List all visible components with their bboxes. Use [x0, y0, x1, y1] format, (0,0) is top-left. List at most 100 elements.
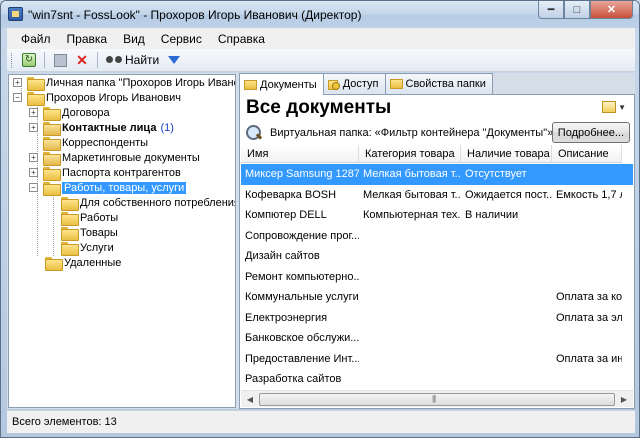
table-row[interactable]: Електроэнергия Оплата за эле	[241, 308, 633, 329]
collapse-icon[interactable]: −	[13, 93, 22, 102]
cell-availability	[461, 226, 552, 247]
cell-description	[552, 267, 622, 288]
tab-strip: Документы Доступ Свойства папки	[239, 73, 493, 95]
search-folder-icon	[246, 125, 264, 141]
cell-description	[552, 369, 622, 390]
cell-description: Оплата за ком	[556, 291, 622, 304]
tab-label: Документы	[260, 78, 317, 91]
tree-node-passports[interactable]: + Паспорта контрагентов	[29, 165, 181, 181]
menu-service[interactable]: Сервис	[153, 32, 210, 46]
toolbar: ↻ ✕ Найти	[7, 49, 635, 72]
cell-category: Мелкая бытовая т...	[363, 188, 461, 201]
minimize-button[interactable]: ━	[538, 1, 564, 19]
column-header-name[interactable]: Имя	[241, 145, 359, 163]
save-icon	[53, 53, 67, 67]
tab-folder-properties[interactable]: Свойства папки	[384, 73, 493, 94]
toolbar-grip[interactable]	[11, 52, 14, 68]
column-header-category[interactable]: Категория товара	[359, 145, 461, 163]
tree-label: Товары	[80, 226, 118, 239]
tree-node-works-goods[interactable]: − Работы, товары, услуги	[29, 180, 187, 196]
scroll-left-icon[interactable]: ◀	[242, 392, 258, 407]
table-row[interactable]: Предоставление Инт... Оплата за инт	[241, 349, 633, 370]
menu-view[interactable]: Вид	[115, 32, 153, 46]
refresh-button[interactable]: ↻	[19, 51, 39, 70]
documents-grid[interactable]: Имя Категория товара Наличие товара Опис…	[241, 145, 633, 407]
menu-edit[interactable]: Правка	[59, 32, 116, 46]
tree-node-personal[interactable]: + Личная папка "Прохоров Игорь Иванович"	[13, 75, 235, 91]
tree-node-contracts[interactable]: + Договора	[29, 105, 110, 121]
tree-node-user[interactable]: − Прохоров Игорь Иванович	[13, 90, 181, 106]
tree-label: Для собственного потребления	[80, 196, 236, 209]
details-button[interactable]: Подробнее...	[551, 122, 630, 143]
table-row[interactable]: Разработка сайтов	[241, 369, 633, 390]
cell-name: Миксер Samsung 1287E	[245, 168, 359, 181]
folder-properties-icon	[389, 79, 403, 89]
find-button[interactable]: Найти	[103, 51, 162, 70]
expand-icon[interactable]: +	[29, 123, 38, 132]
expand-icon[interactable]: +	[29, 108, 38, 117]
tab-documents[interactable]: Документы	[239, 73, 324, 95]
scroll-thumb[interactable]	[259, 393, 615, 406]
close-button[interactable]: ✕	[590, 1, 633, 19]
folder-icon	[27, 76, 45, 91]
tree-node-contacts[interactable]: + Контактные лица (1)	[29, 120, 174, 136]
horizontal-scrollbar[interactable]: ◀ ▶	[241, 390, 633, 407]
cell-category	[359, 349, 461, 370]
table-row[interactable]: Кофеварка BOSH Мелкая бытовая т... Ожидает…	[241, 185, 633, 206]
table-row[interactable]: Коммунальные услуги Оплата за ком	[241, 287, 633, 308]
documents-panel: Все документы ▼ Виртуальная папка: «Филь…	[239, 94, 635, 409]
collapse-icon[interactable]: −	[29, 183, 38, 192]
binoculars-icon	[106, 55, 122, 65]
tree-node-services[interactable]: Услуги	[61, 240, 114, 256]
key-icon	[327, 79, 340, 90]
table-row[interactable]: Миксер Samsung 1287E Мелкая бытовая т... О…	[241, 164, 633, 185]
tree-node-correspondents[interactable]: Корреспонденты	[29, 135, 149, 151]
column-header-availability[interactable]: Наличие товара	[461, 145, 552, 163]
view-options-button[interactable]: ▼	[602, 101, 626, 113]
delete-button[interactable]: ✕	[72, 51, 92, 70]
cell-description	[552, 328, 622, 349]
tab-access[interactable]: Доступ	[322, 73, 386, 94]
table-row[interactable]: Банковское обслужи...	[241, 328, 633, 349]
menu-file[interactable]: Файл	[13, 32, 59, 46]
title-bar[interactable]: "win7snt - FossLook" - Прохоров Игорь Ив…	[1, 1, 639, 28]
folder-icon	[61, 226, 79, 241]
cell-description	[552, 246, 622, 267]
expand-icon[interactable]: +	[13, 78, 22, 87]
filter-button[interactable]	[164, 51, 184, 70]
table-row[interactable]: Дизайн сайтов	[241, 246, 633, 267]
column-header-description[interactable]: Описание	[552, 145, 622, 163]
folder-icon	[61, 211, 79, 226]
app-icon	[8, 7, 23, 21]
tree-node-deleted[interactable]: Удаленные	[45, 255, 121, 271]
cell-availability: Ожидается пост...	[465, 188, 552, 201]
save-button[interactable]	[50, 51, 70, 70]
scroll-right-icon[interactable]: ▶	[616, 392, 632, 407]
tree-node-own-use[interactable]: Для собственного потребления	[61, 195, 236, 211]
expand-icon[interactable]: +	[29, 153, 38, 162]
folder-icon	[43, 181, 61, 196]
table-row[interactable]: Компютер DELL Компьютерная тех... В наличи…	[241, 205, 633, 226]
tree-label: Корреспонденты	[62, 136, 149, 149]
unread-count: (1)	[160, 121, 174, 134]
cell-availability	[461, 267, 552, 288]
table-row[interactable]: Сопровождение прог...	[241, 226, 633, 247]
cell-name: Коммунальные услуги	[245, 291, 359, 304]
folder-tree[interactable]: + Личная папка "Прохоров Игорь Иванович"…	[8, 74, 236, 408]
tree-node-marketing[interactable]: + Маркетинговые документы	[29, 150, 200, 166]
tree-label: Контактные лица	[62, 121, 157, 134]
menu-help[interactable]: Справка	[210, 32, 273, 46]
cell-description	[552, 164, 622, 185]
cell-name: Банковское обслужи...	[245, 332, 359, 345]
marketing-folder-icon	[43, 151, 61, 166]
cell-description: Емкость 1,7 л	[556, 188, 622, 201]
maximize-button[interactable]: □	[564, 1, 590, 19]
cell-name: Дизайн сайтов	[245, 250, 320, 263]
tree-node-works[interactable]: Работы	[61, 210, 118, 226]
tree-label: Личная папка "Прохоров Игорь Иванович"	[46, 76, 235, 89]
expand-icon[interactable]: +	[29, 168, 38, 177]
table-row[interactable]: Ремонт компьютерно...	[241, 267, 633, 288]
cell-name: Компютер DELL	[245, 209, 327, 222]
tree-node-goods[interactable]: Товары	[61, 225, 118, 241]
folder-icon	[61, 241, 79, 256]
